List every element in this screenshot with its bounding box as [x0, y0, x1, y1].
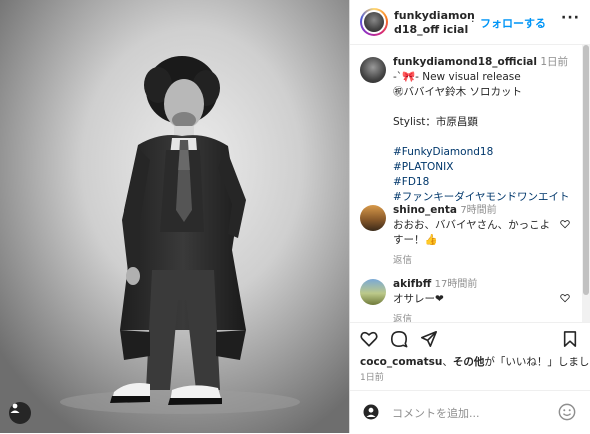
hashtag-link[interactable]: #FunkyDiamond18 — [393, 145, 573, 160]
hashtag-link[interactable]: #PLATONIX — [393, 160, 573, 175]
like-comment-heart-icon[interactable] — [560, 293, 570, 303]
post-date[interactable]: 1日前 — [360, 370, 384, 383]
post-photo[interactable] — [0, 0, 349, 433]
post-header: funkydiamond18_off icial · フォローする ··· — [350, 0, 590, 45]
photo-figure — [0, 0, 349, 433]
comment-time: 17時間前 — [434, 279, 478, 290]
bookmark-icon[interactable] — [562, 330, 578, 348]
add-comment-bar: コメントを追加... — [350, 390, 590, 434]
likes-suffix: が「いいね！」しました — [484, 356, 590, 368]
caption-line: Stylist：市原昌顕 — [393, 116, 478, 128]
caption-line: -`🎀- New visual release — [393, 71, 521, 83]
reply-button[interactable]: 返信 — [393, 253, 553, 268]
action-bar — [350, 322, 590, 353]
header-username[interactable]: funkydiamond18_off icial — [394, 9, 476, 37]
caption-time: 1日前 — [540, 56, 569, 68]
likes-others[interactable]: その他 — [453, 356, 485, 368]
share-icon[interactable] — [420, 330, 438, 348]
caption-avatar[interactable] — [360, 57, 386, 83]
emoji-icon[interactable] — [558, 403, 576, 421]
comment-text: おおお、ババイヤさん、かっこよすー！👍 — [393, 219, 551, 246]
comment-text: オサレー❤ — [393, 293, 444, 305]
likes-summary: coco_comatsu、その他が「いいね！」しました — [360, 354, 590, 369]
comment-time: 7時間前 — [460, 205, 497, 216]
more-options-icon[interactable]: ··· — [561, 10, 580, 26]
post-detail-panel: funkydiamond18_off icial · フォローする ··· fu… — [349, 0, 590, 433]
caption-line — [393, 100, 573, 115]
comment-icon[interactable] — [390, 330, 408, 348]
caption-username[interactable]: funkydiamond18_official — [393, 56, 537, 68]
like-comment-heart-icon[interactable] — [560, 219, 570, 229]
separator-dot: · — [471, 15, 475, 28]
liker-username[interactable]: coco_comatsu — [360, 356, 442, 368]
profile-avatar-ring[interactable] — [360, 8, 388, 36]
comment-username[interactable]: akifbff — [393, 278, 431, 290]
follow-button[interactable]: フォローする — [480, 15, 546, 31]
comments-scroll-area[interactable]: funkydiamond18_official 1日前 -`🎀- New vis… — [350, 45, 590, 322]
reply-button[interactable]: 返信 — [393, 312, 553, 322]
heart-icon[interactable] — [360, 330, 378, 348]
avatar[interactable] — [360, 205, 386, 231]
avatar — [364, 12, 384, 32]
tagged-user-icon[interactable] — [9, 402, 31, 424]
caption: funkydiamond18_official 1日前 -`🎀- New vis… — [393, 55, 573, 205]
caption-line: ㊗ババイヤ鈴木 ソロカット — [393, 86, 523, 98]
scrollbar[interactable] — [582, 45, 590, 322]
avatar[interactable] — [360, 279, 386, 305]
comment-username[interactable]: shino_enta — [393, 204, 457, 216]
hashtag-link[interactable]: #FD18 — [393, 175, 573, 190]
user-avatar-icon[interactable] — [363, 404, 379, 420]
add-comment-input[interactable]: コメントを追加... — [392, 405, 480, 421]
scrollbar-thumb[interactable] — [583, 45, 589, 295]
